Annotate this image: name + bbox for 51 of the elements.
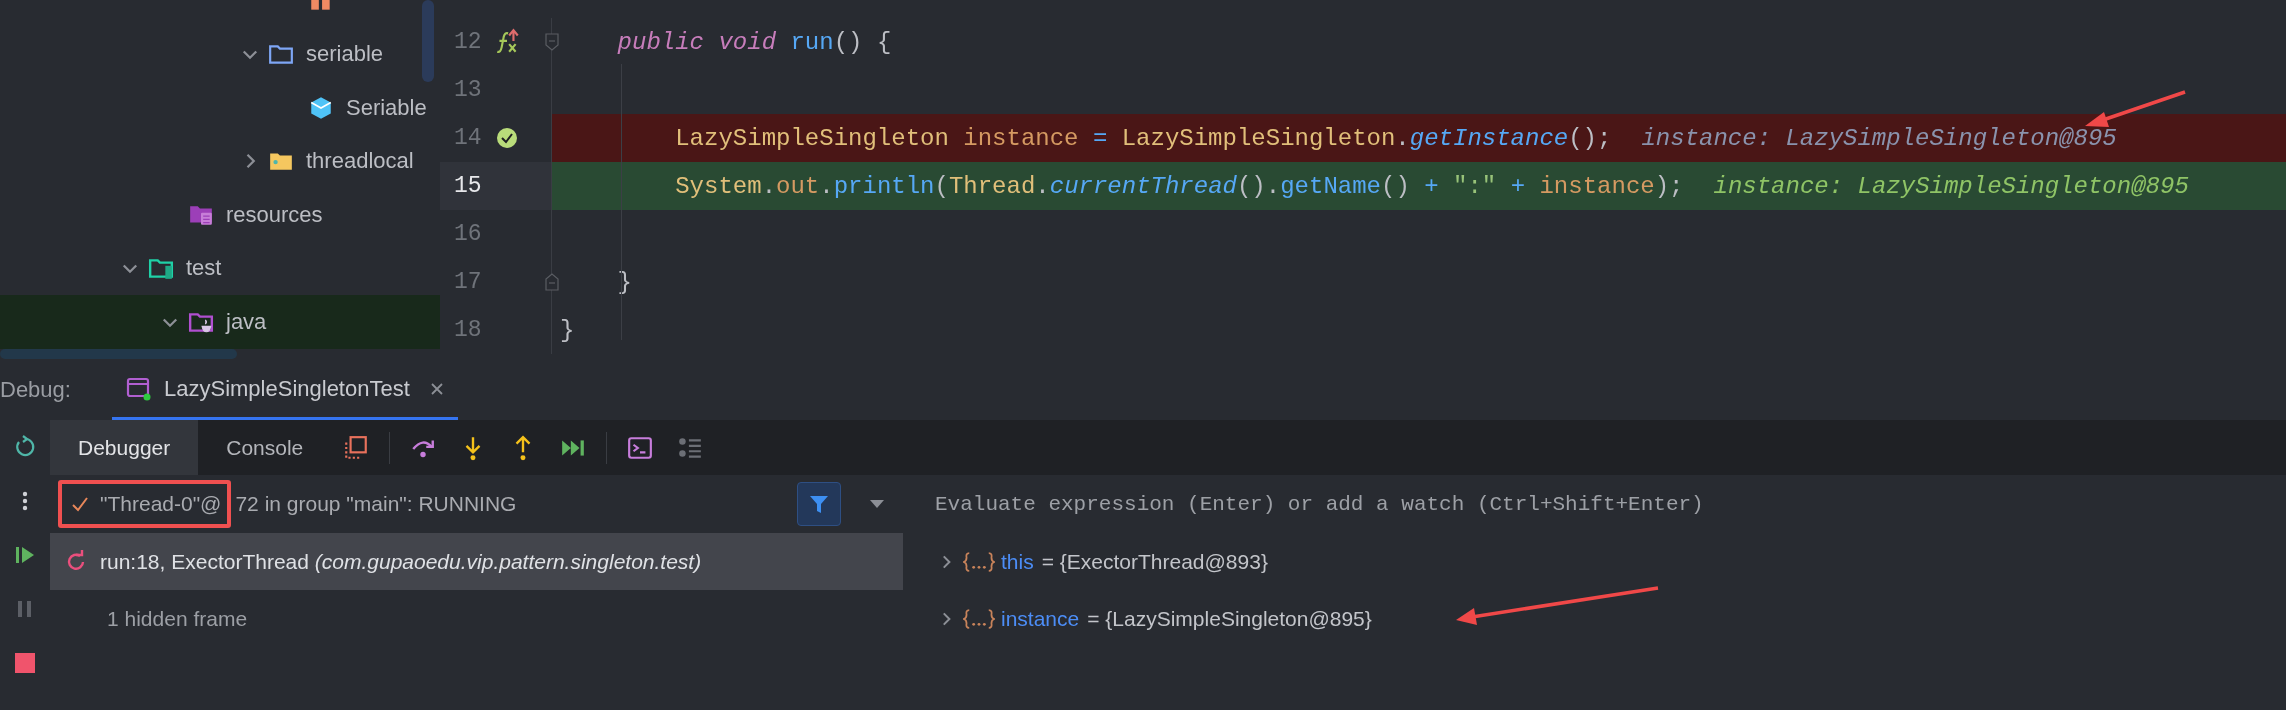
line-number: 13	[453, 77, 482, 103]
close-icon[interactable]	[429, 381, 444, 396]
tree-item[interactable]: seriable	[0, 27, 440, 81]
filter-button[interactable]	[797, 482, 841, 526]
tree-item[interactable]: java	[0, 295, 440, 349]
terminal-icon[interactable]	[627, 434, 654, 461]
tree-label: threadlocal	[306, 148, 414, 175]
caret-icon[interactable]	[869, 499, 885, 509]
inline-value: instance: LazySimpleSingleton@895	[1713, 172, 2189, 200]
stack-frame[interactable]: run:18, ExectorThread (com.gupaoedu.vip.pattern.singleton.test)	[50, 533, 903, 590]
line-number: 16	[453, 221, 482, 247]
tree-label: Seriable	[346, 94, 427, 121]
line-number: 18	[453, 317, 482, 343]
scrollbar[interactable]	[422, 0, 434, 82]
panel-title: Debug:	[0, 376, 72, 404]
stop-icon[interactable]	[13, 651, 37, 675]
thread-status: 72 in group "main": RUNNING	[235, 492, 518, 516]
tree-label: test	[186, 255, 222, 282]
panel-tab[interactable]: Console	[198, 420, 332, 475]
tree-item[interactable]: threadlocal	[0, 134, 440, 188]
rerun-icon[interactable]	[13, 435, 37, 459]
code-line: LazySimpleSingleton instance = LazySimpleSingleton.getInstance();	[674, 124, 1612, 152]
variable-value: = {LazySimpleSingleton@895}	[1087, 606, 1372, 631]
variable-name: this	[1001, 549, 1034, 574]
code-line: }	[560, 316, 575, 344]
tree-item[interactable]: test	[0, 241, 440, 295]
inline-value: instance: LazySimpleSingleton@895	[1641, 124, 2117, 152]
tree-label: seriable	[306, 41, 384, 68]
evaluate-field[interactable]: Evaluate expression (Enter) or add a watch (Ctrl+Shift+Enter)	[905, 475, 2286, 533]
line-number: 12	[453, 29, 482, 55]
panel-tab[interactable]: Debugger	[50, 420, 199, 475]
line-number: 17	[453, 269, 482, 295]
line-number: 15	[453, 173, 482, 199]
cube-icon	[308, 94, 334, 121]
code-line: public void run() {	[616, 28, 892, 56]
variable-name: instance	[1001, 606, 1080, 631]
layout-icon[interactable]	[343, 434, 370, 461]
tree-label: java	[226, 308, 267, 335]
tree-item[interactable]: resources	[0, 188, 440, 242]
window-icon	[126, 375, 152, 402]
object-icon	[963, 550, 995, 573]
tree-label: resources	[226, 201, 323, 228]
code-line: System.out.println(Thread.currentThread().getName() + ":" + instance);	[674, 172, 1684, 200]
thread-name: "Thread-0"@	[100, 492, 222, 516]
line-number: 14	[453, 125, 482, 151]
stack-frame[interactable]: 1 hidden frame	[50, 590, 903, 647]
variable-value: = {ExectorThread@893}	[1041, 549, 1268, 574]
breakpoint-check-icon[interactable]	[496, 127, 519, 149]
tree-item[interactable]: Seriable	[0, 81, 440, 135]
object-icon	[963, 607, 995, 630]
scrollbar[interactable]	[0, 349, 237, 359]
